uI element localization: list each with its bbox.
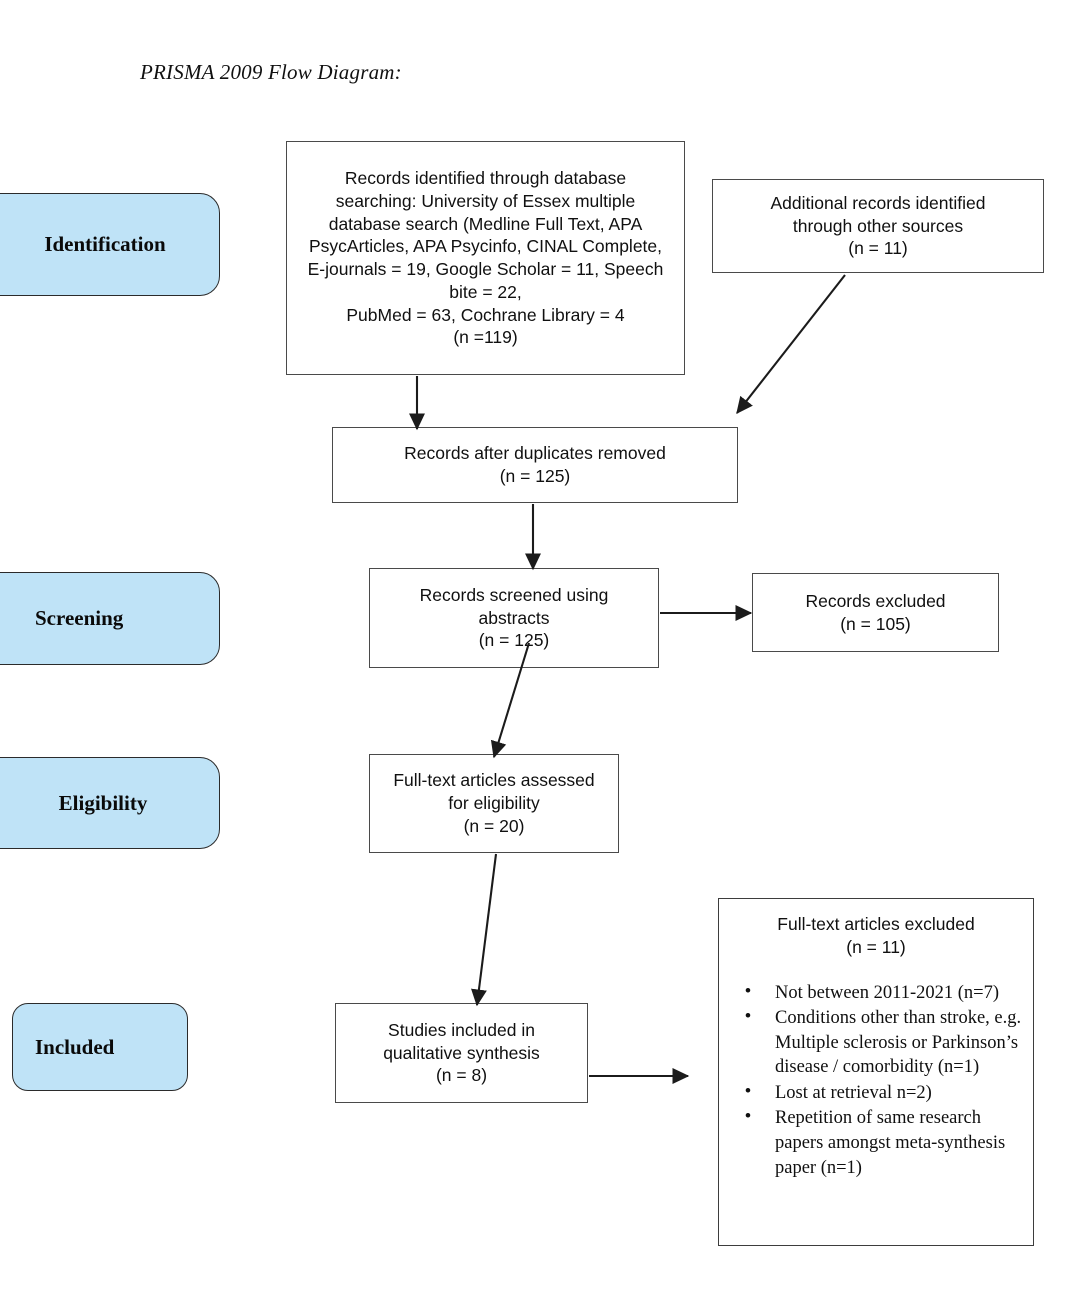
page-title: PRISMA 2009 Flow Diagram: bbox=[140, 60, 402, 84]
prisma-flow-diagram: PRISMA 2009 Flow Diagram: Identification… bbox=[0, 0, 1070, 1310]
box-records-screened: Records screened using abstracts (n = 12… bbox=[369, 568, 659, 668]
box-after-duplicates-text: Records after duplicates removed (n = 12… bbox=[404, 443, 666, 486]
arrow-additional-to-duplicates bbox=[736, 274, 846, 414]
fulltext-excluded-reason-list: Not between 2011-2021 (n=7) Conditions o… bbox=[729, 980, 1023, 1181]
box-records-screened-text: Records screened using abstracts (n = 12… bbox=[419, 584, 609, 651]
list-item: Conditions other than stroke, e.g. Multi… bbox=[729, 1005, 1023, 1080]
box-records-identified-text: Records identified through database sear… bbox=[307, 168, 664, 348]
box-fulltext-excluded: Full-text articles excluded (n = 11) Not… bbox=[718, 898, 1034, 1246]
stage-label-identification: Identification bbox=[44, 232, 166, 256]
stage-label-screening: Screening bbox=[35, 606, 124, 630]
stage-chip-included: Included bbox=[12, 1003, 188, 1091]
box-fulltext-assessed-text: Full-text articles assessed for eligibil… bbox=[393, 770, 595, 836]
box-studies-included-text: Studies included in qualitative synthesi… bbox=[383, 1019, 540, 1086]
stage-label-eligibility: Eligibility bbox=[58, 790, 148, 815]
box-fulltext-assessed: Full-text articles assessed for eligibil… bbox=[369, 754, 619, 853]
box-after-duplicates: Records after duplicates removed (n = 12… bbox=[332, 427, 738, 503]
box-records-excluded-text: Records excluded (n = 105) bbox=[805, 590, 946, 634]
box-records-identified: Records identified through database sear… bbox=[286, 141, 685, 375]
stage-label-included: Included bbox=[35, 1034, 115, 1059]
stage-chip-identification: Identification bbox=[0, 193, 220, 296]
stage-chip-screening: Screening bbox=[0, 572, 220, 665]
list-item: Lost at retrieval n=2) bbox=[729, 1080, 1023, 1106]
box-additional-records: Additional records identified through ot… bbox=[712, 179, 1044, 273]
box-fulltext-excluded-heading: Full-text articles excluded (n = 11) bbox=[777, 914, 975, 957]
box-studies-included: Studies included in qualitative synthesi… bbox=[335, 1003, 588, 1103]
box-records-excluded: Records excluded (n = 105) bbox=[752, 573, 999, 652]
arrow-fulltext-to-studies bbox=[471, 853, 498, 1007]
box-additional-records-text: Additional records identified through ot… bbox=[770, 192, 986, 259]
stage-chip-eligibility: Eligibility bbox=[0, 757, 220, 849]
list-item: Repetition of same research papers among… bbox=[729, 1105, 1023, 1180]
list-item: Not between 2011-2021 (n=7) bbox=[729, 980, 1023, 1006]
